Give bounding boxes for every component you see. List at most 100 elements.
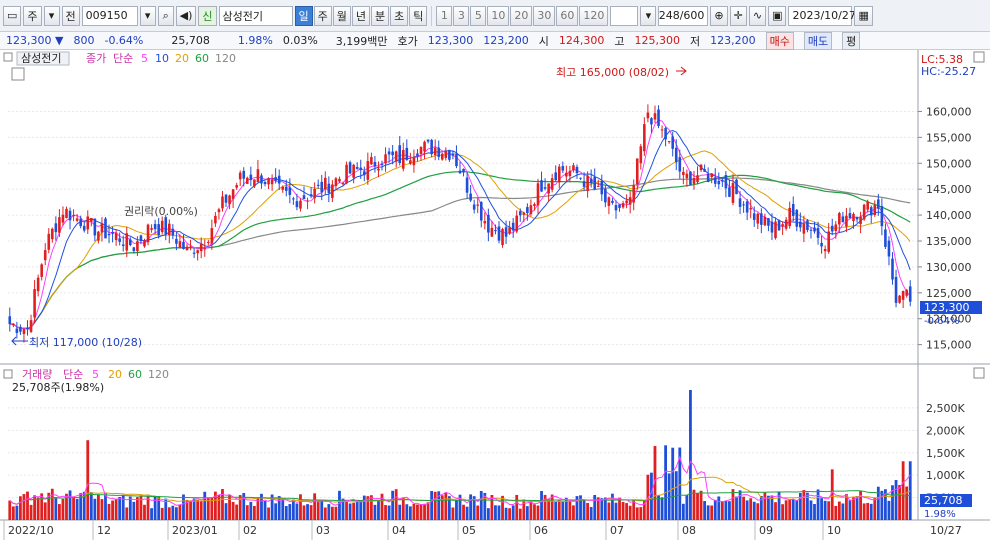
minute-option-5[interactable]: 30 <box>533 5 556 26</box>
candle-body <box>536 183 540 206</box>
calendar-icon[interactable]: ▦ <box>854 5 873 26</box>
grid-toggle-icon[interactable] <box>11 67 25 81</box>
candle-body <box>625 200 628 204</box>
candle-body <box>469 193 472 201</box>
tab-timeframe-2[interactable]: 월 <box>332 5 351 26</box>
candle-body <box>908 286 912 302</box>
tab-timeframe-4[interactable]: 분 <box>371 5 390 26</box>
tab-timeframe-3[interactable]: 년 <box>351 5 371 26</box>
chart-canvas[interactable]: 160,000 155,000 150,000 145,000 140,000 135,0… <box>0 50 990 540</box>
candle-body <box>497 226 501 241</box>
code-dropdown-icon[interactable]: ▾ <box>139 5 156 26</box>
candle-body <box>582 181 586 187</box>
volume-bar <box>178 505 182 520</box>
candle-body <box>104 218 107 239</box>
volume-bar <box>86 440 90 520</box>
volume-bar <box>231 501 235 520</box>
tab-timeframe-5[interactable]: 초 <box>390 5 409 26</box>
volume-bar <box>274 503 278 520</box>
stock-code-input[interactable]: 009150 <box>81 5 138 26</box>
candle-body <box>728 187 731 197</box>
candle-body <box>515 215 519 232</box>
candle-body <box>905 289 908 296</box>
window-icon[interactable]: ▭ <box>3 5 22 26</box>
volume-bar <box>93 498 97 520</box>
volume-bar <box>497 505 501 520</box>
candle-body <box>830 225 834 232</box>
chevron-down-icon[interactable]: ▾ <box>640 5 657 26</box>
crosshair-icon[interactable]: ✛ <box>729 5 747 26</box>
ma-prefix: 종가 <box>86 52 106 65</box>
volume-bar <box>515 494 519 520</box>
volume-bar <box>671 447 675 520</box>
count-display[interactable]: 248/600 <box>658 5 709 26</box>
buy-button[interactable]: 매수 <box>765 31 794 50</box>
save-icon[interactable]: ▣ <box>768 5 787 26</box>
tab-timeframe-1[interactable]: 주 <box>313 5 332 26</box>
candle-body <box>713 177 717 184</box>
volume-bar <box>745 500 749 520</box>
volume-bar <box>291 499 295 520</box>
panel-menu-icon[interactable] <box>3 52 13 62</box>
volume-bar <box>313 493 317 520</box>
candle-body <box>100 223 104 233</box>
minute-option-2[interactable]: 5 <box>470 5 487 26</box>
volume-bar <box>628 505 632 520</box>
candle-body <box>82 225 86 231</box>
zoom-icon[interactable]: ⊕ <box>710 5 728 26</box>
candle-body <box>476 204 480 206</box>
tab-timeframe-0[interactable]: 일 <box>294 5 313 26</box>
y-tick-label: 130,000 <box>926 261 972 274</box>
volume-bar <box>717 496 721 520</box>
volume-bar <box>486 508 490 520</box>
sell-button[interactable]: 매도 <box>803 31 833 50</box>
maximize-icon[interactable] <box>973 367 985 379</box>
chevron-down-icon[interactable]: ▾ <box>43 5 60 26</box>
eval-button[interactable]: 평 <box>842 31 861 50</box>
candle-body <box>692 178 696 184</box>
candle-body <box>313 188 316 199</box>
volume-bar <box>334 506 338 520</box>
indicator-icon[interactable]: ∿ <box>748 5 767 26</box>
period-prefix[interactable]: 전 <box>61 5 80 26</box>
volume-bar <box>338 490 341 520</box>
candle-body <box>547 183 550 194</box>
candle-body <box>451 154 455 156</box>
candle-body <box>338 178 341 182</box>
minute-option-0[interactable]: 1 <box>436 5 453 26</box>
market-select[interactable]: 주 <box>23 5 42 26</box>
tab-timeframe-6[interactable]: 틱 <box>409 5 428 26</box>
candle-body <box>199 243 203 252</box>
volume-bar <box>320 501 324 520</box>
minute-option-7[interactable]: 120 <box>579 5 609 26</box>
candle-body <box>791 203 795 216</box>
maximize-icon[interactable] <box>973 51 985 63</box>
volume-bar <box>327 504 331 520</box>
candle-body <box>674 147 678 163</box>
candle-body <box>894 276 898 303</box>
candle-body <box>192 252 196 254</box>
minute-option-6[interactable]: 60 <box>556 5 579 26</box>
volume-bar <box>11 506 15 520</box>
candle-body <box>295 201 299 208</box>
volume-bar <box>352 502 356 520</box>
custom-period-input[interactable] <box>610 5 639 26</box>
amount: 3,199백만 <box>335 34 388 48</box>
volume-bar <box>504 507 508 520</box>
minute-option-1[interactable]: 3 <box>453 5 470 26</box>
search-icon[interactable]: ⌕ <box>157 5 174 26</box>
candle-body <box>689 171 692 185</box>
change-pct: -0.64% <box>104 34 144 47</box>
speaker-icon[interactable]: ◀) <box>175 5 197 26</box>
candle-body <box>742 204 745 206</box>
volume-bar <box>210 498 214 520</box>
minute-option-4[interactable]: 20 <box>510 5 533 26</box>
volume-bar <box>182 494 185 520</box>
volume-bar <box>58 504 61 520</box>
panel-menu-icon[interactable] <box>3 369 13 379</box>
candle-body <box>852 213 855 221</box>
candle-body <box>253 179 256 187</box>
minute-option-3[interactable]: 10 <box>487 5 510 26</box>
date-input[interactable]: 2023/10/27 <box>788 5 856 26</box>
candle-body <box>316 184 320 186</box>
